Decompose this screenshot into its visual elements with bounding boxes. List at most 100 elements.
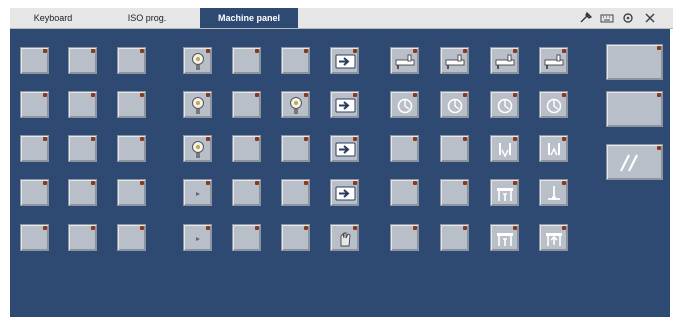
- panel-key[interactable]: [20, 135, 49, 162]
- tab-iso-prog[interactable]: ISO prog.: [102, 8, 192, 28]
- panel-key-arrow-right[interactable]: [330, 47, 359, 74]
- panel-key[interactable]: [68, 179, 97, 206]
- key-status-led: [413, 226, 417, 230]
- key-status-led: [43, 137, 47, 141]
- side-key[interactable]: [606, 91, 663, 127]
- panel-key[interactable]: [232, 91, 261, 118]
- panel-key[interactable]: [232, 47, 261, 74]
- panel-key-spindle-dial[interactable]: [539, 91, 568, 118]
- panel-key[interactable]: [440, 135, 469, 162]
- panel-key[interactable]: [20, 224, 49, 251]
- key-status-led: [140, 93, 144, 97]
- tab-keyboard[interactable]: Keyboard: [18, 8, 88, 28]
- panel-key-hand[interactable]: [330, 224, 359, 251]
- panel-key[interactable]: [117, 179, 146, 206]
- close-icon[interactable]: [642, 11, 658, 24]
- panel-key[interactable]: [390, 179, 419, 206]
- machine-panel-window: Keyboard ISO prog. Machine panel: [0, 0, 678, 327]
- panel-key-coolant-tap[interactable]: [390, 47, 419, 74]
- panel-key[interactable]: [117, 135, 146, 162]
- panel-key[interactable]: [281, 135, 310, 162]
- panel-key-bulb[interactable]: [183, 91, 212, 118]
- panel-key[interactable]: [117, 224, 146, 251]
- panel-key[interactable]: [281, 47, 310, 74]
- panel-key[interactable]: [68, 224, 97, 251]
- key-status-led: [657, 46, 661, 50]
- key-status-led: [140, 49, 144, 53]
- panel-key[interactable]: [281, 179, 310, 206]
- panel-key-small-mark[interactable]: [183, 224, 212, 251]
- panel-key-spindle-dial[interactable]: [490, 91, 519, 118]
- panel-key-coolant-tap[interactable]: [490, 47, 519, 74]
- key-status-led: [43, 49, 47, 53]
- panel-key[interactable]: [117, 47, 146, 74]
- key-status-led: [43, 181, 47, 185]
- panel-key[interactable]: [440, 179, 469, 206]
- tab-machine-panel[interactable]: Machine panel: [200, 8, 298, 28]
- panel-key-spindle-dial[interactable]: [390, 91, 419, 118]
- key-status-led: [43, 226, 47, 230]
- key-status-led: [91, 93, 95, 97]
- panel-key[interactable]: [20, 179, 49, 206]
- panel-key[interactable]: [68, 47, 97, 74]
- panel-key-coolant-tap[interactable]: [440, 47, 469, 74]
- panel-key-clamp-open[interactable]: [490, 135, 519, 162]
- panel-key-table-clamp[interactable]: [490, 179, 519, 206]
- tab-bar: Keyboard ISO prog. Machine panel: [10, 8, 673, 29]
- key-status-led: [413, 137, 417, 141]
- side-key[interactable]: [606, 44, 663, 80]
- panel-key[interactable]: [281, 224, 310, 251]
- panel-key-arrow-right[interactable]: [330, 135, 359, 162]
- machine-panel: [10, 29, 670, 317]
- key-status-led: [304, 226, 308, 230]
- key-status-led: [304, 181, 308, 185]
- key-status-led: [91, 226, 95, 230]
- panel-key[interactable]: [68, 91, 97, 118]
- panel-key[interactable]: [390, 224, 419, 251]
- panel-key[interactable]: [20, 47, 49, 74]
- key-status-led: [463, 137, 467, 141]
- panel-key-coolant-tap[interactable]: [539, 47, 568, 74]
- key-status-led: [140, 181, 144, 185]
- panel-key[interactable]: [68, 135, 97, 162]
- key-status-led: [255, 226, 259, 230]
- panel-key-bulb[interactable]: [183, 47, 212, 74]
- key-status-led: [255, 49, 259, 53]
- panel-key[interactable]: [390, 135, 419, 162]
- side-key-hatch[interactable]: [606, 144, 663, 180]
- keyboard-icon[interactable]: [599, 11, 615, 24]
- panel-key[interactable]: [232, 179, 261, 206]
- panel-key-table-clamp[interactable]: [490, 224, 519, 251]
- key-status-led: [91, 181, 95, 185]
- key-status-led: [140, 137, 144, 141]
- key-status-led: [304, 49, 308, 53]
- key-status-led: [255, 181, 259, 185]
- key-status-led: [43, 93, 47, 97]
- key-status-led: [91, 49, 95, 53]
- panel-key[interactable]: [232, 135, 261, 162]
- panel-key[interactable]: [440, 224, 469, 251]
- panel-key-arrow-right[interactable]: [330, 91, 359, 118]
- key-status-led: [463, 226, 467, 230]
- key-status-led: [255, 137, 259, 141]
- key-status-led: [304, 137, 308, 141]
- panel-key-bulb[interactable]: [281, 91, 310, 118]
- panel-key-table-unclamp[interactable]: [539, 224, 568, 251]
- key-status-led: [413, 181, 417, 185]
- panel-key-probe[interactable]: [539, 179, 568, 206]
- key-status-led: [140, 226, 144, 230]
- key-status-led: [255, 93, 259, 97]
- panel-key[interactable]: [232, 224, 261, 251]
- panel-key-spindle-dial[interactable]: [440, 91, 469, 118]
- panel-key-arrow-right[interactable]: [330, 179, 359, 206]
- panel-key-clamp-close[interactable]: [539, 135, 568, 162]
- settings-icon[interactable]: [620, 11, 636, 24]
- panel-key-small-mark[interactable]: [183, 179, 212, 206]
- key-status-led: [657, 93, 661, 97]
- panel-key[interactable]: [20, 91, 49, 118]
- panel-key-bulb[interactable]: [183, 135, 212, 162]
- key-status-led: [91, 137, 95, 141]
- panel-key[interactable]: [117, 91, 146, 118]
- key-status-led: [463, 181, 467, 185]
- tool-wrench-icon[interactable]: [578, 11, 594, 24]
